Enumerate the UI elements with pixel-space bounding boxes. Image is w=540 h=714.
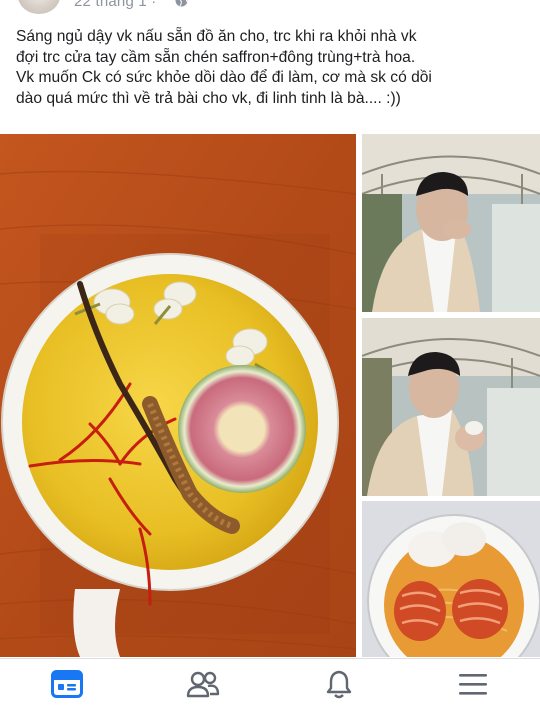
caption-line: dào quá mức thì về trả bài cho vk, đi li… [16,89,401,107]
globe-icon [175,0,188,12]
news-feed-icon [51,670,83,703]
nav-item-notifications[interactable] [304,659,374,714]
caption-line: Sáng ngủ dậy vk nấu sẵn đồ ăn cho, trc k… [16,28,417,45]
caption-line: Vk muốn Ck có sức khỏe dồi dào để đi làm… [16,69,432,86]
photo-noodles-prawns[interactable] [362,501,540,657]
avatar[interactable] [18,0,60,14]
nav-item-friends[interactable] [168,659,238,714]
caption-line: đợi trc cửa tay cầm sẵn chén saffron+đôn… [16,48,416,66]
nav-item-news-feed[interactable] [32,659,102,714]
photo-tea-cup[interactable] [0,134,356,657]
photo-man-drinking[interactable] [362,134,540,312]
post-header: 22 tháng 1 · [0,0,540,22]
post-timestamp[interactable]: 22 tháng 1 · [74,0,156,10]
post-caption: Sáng ngủ dậy vk nấu sẵn đồ ăn cho, trc k… [16,27,531,109]
photo-man-holding-cup[interactable] [362,318,540,496]
menu-hamburger-icon [458,672,488,701]
friends-icon [186,670,220,703]
bottom-nav [0,658,540,714]
notifications-bell-icon [325,669,353,704]
nav-item-menu[interactable] [438,659,508,714]
